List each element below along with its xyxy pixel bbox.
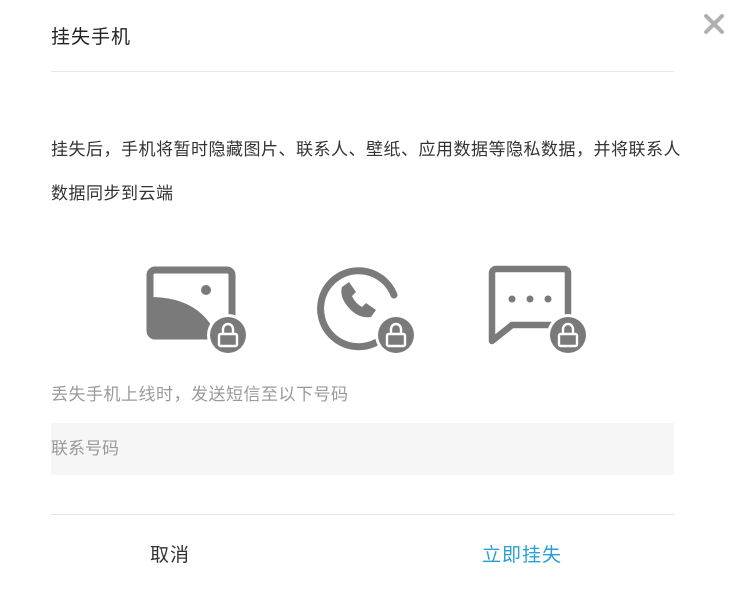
top-divider <box>51 71 674 72</box>
close-icon[interactable] <box>700 10 728 38</box>
locked-phone-call-icon <box>312 255 422 360</box>
report-loss-dialog: 挂失手机 挂失后，手机将暂时隐藏图片、联系人、壁纸、应用数据等隐私数据，并将联系… <box>0 0 736 593</box>
bottom-divider <box>51 514 674 515</box>
dialog-title: 挂失手机 <box>51 26 132 48</box>
cancel-button[interactable]: 取消 <box>110 538 230 568</box>
description-text: 挂失后，手机将暂时隐藏图片、联系人、壁纸、应用数据等隐私数据，并将联系人数据同步… <box>51 140 681 204</box>
sms-hint-text: 丢失手机上线时，发送短信至以下号码 <box>51 385 349 405</box>
report-loss-button[interactable]: 立即挂失 <box>462 538 582 568</box>
contact-number-input[interactable] <box>51 423 674 475</box>
locked-gallery-icon <box>145 255 255 360</box>
locked-message-icon <box>482 255 592 360</box>
privacy-icons-row <box>0 255 736 365</box>
